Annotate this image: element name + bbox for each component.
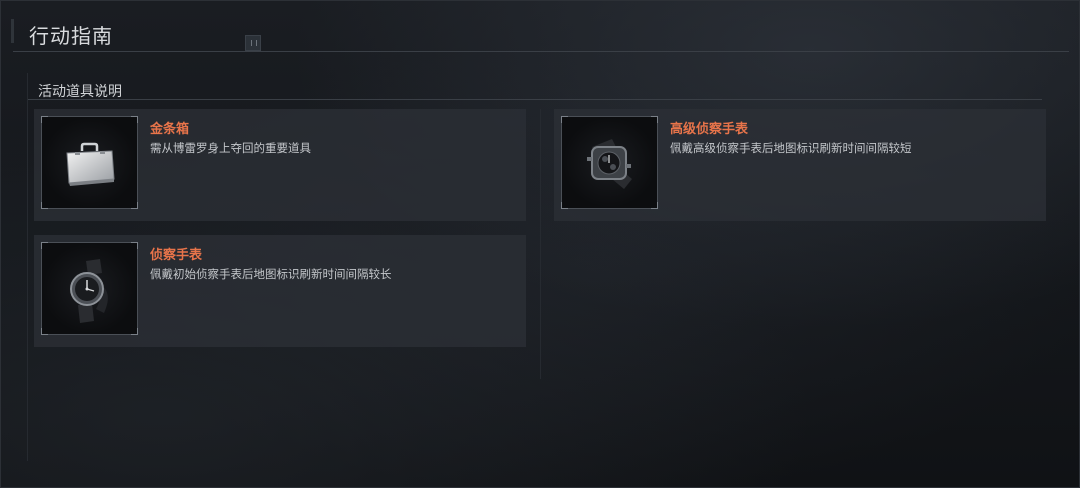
item-description: 需从博雷罗身上夺回的重要道具 — [150, 141, 311, 155]
item-thumbnail — [41, 116, 138, 209]
item-card-advanced-scout-watch[interactable]: 高级侦察手表 佩戴高级侦察手表后地图标识刷新时间间隔较短 — [554, 109, 1046, 221]
item-name: 高级侦察手表 — [670, 122, 749, 137]
item-name: 侦察手表 — [150, 248, 203, 263]
briefcase-icon — [66, 142, 115, 186]
header-accent — [11, 19, 14, 43]
info-icon[interactable] — [245, 35, 261, 51]
item-thumbnail — [41, 242, 138, 335]
item-card-scout-watch[interactable]: 侦察手表 佩戴初始侦察手表后地图标识刷新时间间隔较长 — [34, 235, 526, 347]
item-description: 佩戴初始侦察手表后地图标识刷新时间间隔较长 — [150, 267, 392, 281]
items-panel: 活动道具说明 金条箱 需从博雷罗身上夺回的重要道具 侦察手表 佩戴初始侦察手表后… — [27, 73, 1046, 461]
advanced-watch-icon — [587, 139, 632, 189]
item-thumbnail — [561, 116, 658, 209]
guide-window: 行动指南 活动道具说明 金条箱 需从博雷罗身上夺回的重要道具 侦察手表 佩戴初始… — [0, 0, 1080, 488]
watch-icon — [70, 259, 108, 323]
section-title: 活动道具说明 — [38, 84, 122, 100]
page-title: 行动指南 — [29, 24, 113, 48]
header-bar: 行动指南 — [11, 13, 1069, 52]
item-name: 金条箱 — [150, 122, 190, 137]
section-divider — [28, 99, 1042, 100]
column-divider — [540, 109, 541, 379]
item-card-gold-case[interactable]: 金条箱 需从博雷罗身上夺回的重要道具 — [34, 109, 526, 221]
item-description: 佩戴高级侦察手表后地图标识刷新时间间隔较短 — [670, 141, 912, 155]
